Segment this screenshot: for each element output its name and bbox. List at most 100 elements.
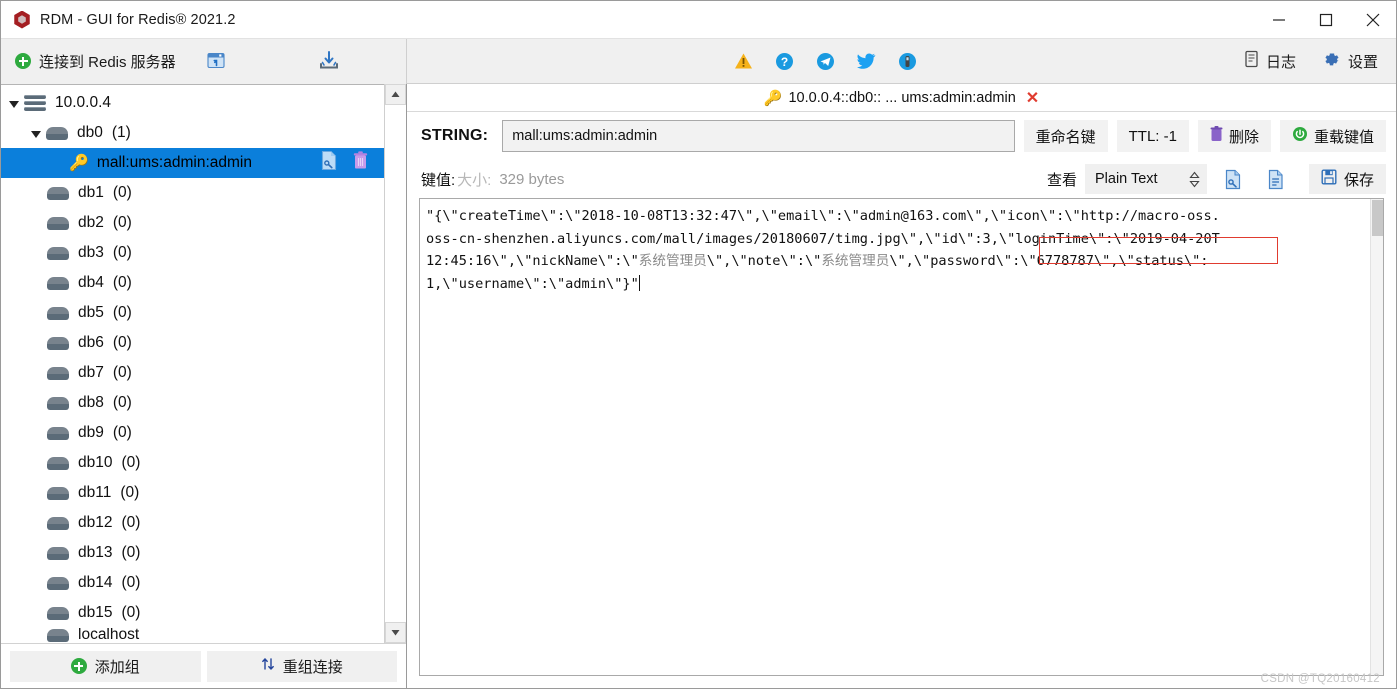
tree-item-count: (0): [112, 184, 132, 201]
value-label: 键值:: [421, 171, 456, 189]
database-icon: [47, 306, 69, 320]
value-editor[interactable]: "{\"createTime\":\"2018-10-08T13:32:47\"…: [420, 199, 1370, 675]
chevron-updown-icon: [1189, 171, 1200, 188]
reload-key-button[interactable]: 重载键值: [1279, 120, 1386, 152]
reload-key-label: 重载键值: [1313, 128, 1374, 146]
ttl-button[interactable]: TTL: -1: [1116, 120, 1189, 152]
support-icon[interactable]: [898, 52, 917, 71]
settings-button[interactable]: 设置: [1322, 50, 1378, 73]
rename-key-button[interactable]: 重命名键: [1023, 120, 1108, 152]
tree-item-db[interactable]: db9 (0): [1, 418, 384, 448]
window-controls: [1255, 1, 1396, 39]
reload-circle-icon: [1292, 126, 1308, 146]
watermark-text: CSDN @TQ20160412: [1260, 673, 1380, 685]
text-document-icon[interactable]: [1261, 164, 1291, 194]
tree-item-label: db3: [78, 244, 104, 261]
tree-item-db[interactable]: db2 (0): [1, 208, 384, 238]
tree-item-db[interactable]: db12 (0): [1, 508, 384, 538]
tree-item-db[interactable]: db8 (0): [1, 388, 384, 418]
edit-key-icon[interactable]: [320, 150, 339, 176]
key-icon: 🔑: [763, 89, 783, 107]
key-header-row: STRING: mall:ums:admin:admin 重命名键 TTL: -…: [407, 112, 1396, 160]
format-json-icon[interactable]: [1219, 164, 1249, 194]
minimize-icon[interactable]: [1255, 1, 1302, 39]
tree-item-count: (0): [121, 544, 141, 561]
save-value-button[interactable]: 保存: [1308, 164, 1386, 194]
window-titlebar: RDM - GUI for Redis® 2021.2: [1, 1, 1396, 39]
database-icon: [47, 456, 69, 470]
tree-item-db[interactable]: db6 (0): [1, 328, 384, 358]
key-tabbar: 🔑 10.0.0.4::db0:: ... ums:admin:admin ✕: [407, 84, 1396, 112]
telegram-icon[interactable]: [816, 52, 835, 71]
tree-scrollbar[interactable]: [384, 84, 406, 643]
log-button[interactable]: 日志: [1244, 50, 1296, 72]
delete-key-icon[interactable]: [353, 151, 368, 175]
key-name-input[interactable]: mall:ums:admin:admin: [502, 120, 1015, 152]
twitter-icon[interactable]: [856, 53, 876, 70]
tree-item-server[interactable]: 10.0.0.4: [1, 88, 384, 118]
view-label: 查看: [1046, 171, 1077, 189]
tree-item-db[interactable]: db7 (0): [1, 358, 384, 388]
tree-item-label: db5: [78, 304, 104, 321]
rdm-window: RDM - GUI for Redis® 2021.2 连接到 Redis 服务…: [0, 0, 1397, 689]
warning-icon[interactable]: [734, 52, 753, 70]
tree-item-partial[interactable]: localhost: [1, 628, 384, 642]
redis-hexagon-icon: [13, 10, 31, 29]
view-format-select[interactable]: Plain Text: [1084, 164, 1207, 194]
toolbar-left-section: 连接到 Redis 服务器: [1, 38, 407, 84]
maximize-icon[interactable]: [1302, 1, 1349, 39]
tree-item-db[interactable]: db4 (0): [1, 268, 384, 298]
toolbar-right-section: 日志 设置: [1244, 50, 1378, 73]
import-connections-icon[interactable]: [202, 46, 232, 76]
database-icon: [47, 516, 69, 530]
tree-item-db[interactable]: db1 (0): [1, 178, 384, 208]
close-tab-icon[interactable]: ✕: [1026, 88, 1039, 108]
editor-scrollbar[interactable]: [1370, 199, 1383, 675]
settings-label: 设置: [1347, 53, 1378, 71]
database-icon: [47, 216, 69, 230]
tree-item-count: (0): [112, 274, 132, 291]
tree-item-db[interactable]: db3 (0): [1, 238, 384, 268]
log-label: 日志: [1265, 53, 1296, 71]
size-label: 大小:: [457, 171, 492, 189]
tree-item-db[interactable]: db0 (1): [1, 118, 384, 148]
tree-item-count: (0): [112, 364, 132, 381]
chevron-down-icon[interactable]: [31, 130, 41, 138]
delete-key-button[interactable]: 删除: [1197, 120, 1271, 152]
scroll-up-icon[interactable]: [385, 84, 406, 105]
scroll-down-icon[interactable]: [385, 622, 406, 643]
main-toolbar: 连接到 Redis 服务器 ? 日志 设置: [1, 38, 1396, 84]
tree-item-label: db7: [78, 364, 104, 381]
editor-scroll-thumb[interactable]: [1372, 200, 1383, 236]
database-icon: [47, 336, 69, 350]
tree-item-db[interactable]: db11 (0): [1, 478, 384, 508]
chevron-down-icon[interactable]: [9, 100, 19, 108]
tree-item-db[interactable]: db13 (0): [1, 538, 384, 568]
sidebar-footer: 添加组 重组连接: [1, 643, 406, 688]
connections-sidebar: 10.0.0.4 db0 (1) 🔑 mall:ums:admin:admin db1 (0…: [1, 84, 407, 688]
tree-item-key[interactable]: 🔑 mall:ums:admin:admin: [1, 148, 384, 178]
add-group-button[interactable]: 添加组: [10, 650, 201, 682]
connect-to-redis-server-button[interactable]: 连接到 Redis 服务器: [11, 46, 180, 76]
close-icon[interactable]: [1349, 1, 1396, 39]
tree-item-db[interactable]: db5 (0): [1, 298, 384, 328]
rename-key-label: 重命名键: [1035, 128, 1096, 146]
tree-item-count: (0): [121, 604, 141, 621]
tree-item-count: (0): [112, 334, 132, 351]
database-icon: [47, 606, 69, 620]
tree-item-count: (0): [112, 244, 132, 261]
download-icon[interactable]: [314, 46, 344, 76]
view-format-value: Plain Text: [1094, 171, 1158, 187]
connection-tree[interactable]: 10.0.0.4 db0 (1) 🔑 mall:ums:admin:admin db1 (0…: [1, 84, 384, 643]
regroup-connections-button[interactable]: 重组连接: [206, 650, 397, 682]
help-icon[interactable]: ?: [775, 52, 794, 71]
editor-line: "{\"createTime\":\"2018-10-08T13:32:47\"…: [426, 208, 1220, 224]
tree-item-count: (0): [112, 214, 132, 231]
key-tab[interactable]: 🔑 10.0.0.4::db0:: ... ums:admin:admin ✕: [756, 88, 1047, 108]
window-title: RDM - GUI for Redis® 2021.2: [40, 11, 236, 28]
tree-item-db[interactable]: db15 (0): [1, 598, 384, 628]
tree-item-db[interactable]: db14 (0): [1, 568, 384, 598]
ttl-label: TTL: -1: [1128, 127, 1177, 145]
tree-item-count: (1): [111, 124, 131, 141]
tree-item-db[interactable]: db10 (0): [1, 448, 384, 478]
